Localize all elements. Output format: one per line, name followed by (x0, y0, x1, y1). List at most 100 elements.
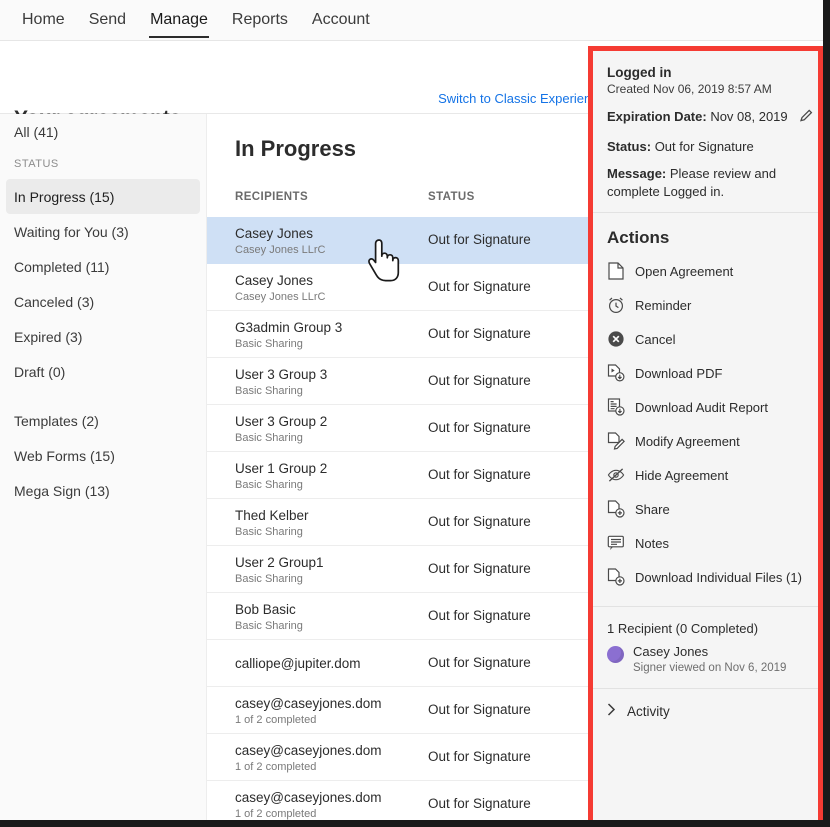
agreements-rows: Casey Jones Casey Jones LLrC Out for Signa… (207, 217, 588, 820)
row-recipient-sublabel: 1 of 2 completed (235, 714, 316, 726)
action-cancel[interactable]: Cancel (593, 322, 818, 356)
row-status: Out for Signature (428, 373, 531, 388)
table-row[interactable]: Casey JonesCasey Jones LLrCOut for Signa… (207, 217, 588, 264)
sidebar-item-web-forms[interactable]: Web Forms (15) (6, 438, 200, 473)
sidebar-item-label: Mega Sign (13) (14, 483, 110, 499)
action-hide-agreement[interactable]: Hide Agreement (593, 458, 818, 492)
nav-item-send[interactable]: Send (77, 0, 138, 41)
action-label: Open Agreement (635, 264, 733, 279)
activity-label: Activity (627, 704, 670, 719)
agreement-detail-panel-annotation: Logged in Created Nov 06, 2019 8:57 AM E… (588, 46, 823, 827)
expiration-date-value: Nov 08, 2019 (710, 109, 787, 124)
nav-item-label: Home (22, 11, 65, 29)
sidebar-item-label: Completed (11) (14, 259, 109, 275)
table-row[interactable]: User 3 Group 2Basic SharingOut for Signa… (207, 405, 588, 452)
sidebar: All (41) STATUS In Progress (15) Waiting… (0, 114, 206, 820)
recipient-name: Casey Jones (633, 644, 786, 659)
sidebar-item-label: Templates (2) (14, 413, 99, 429)
action-download-audit-report[interactable]: Download Audit Report (593, 390, 818, 424)
row-status: Out for Signature (428, 655, 531, 670)
table-row[interactable]: Casey JonesCasey Jones LLrCOut for Signa… (207, 264, 588, 311)
table-row[interactable]: casey@caseyjones.dom1 of 2 completedOut … (207, 734, 588, 781)
message-row: Message: Please review and complete Logg… (607, 165, 818, 200)
table-row[interactable]: G3admin Group 3Basic SharingOut for Sign… (207, 311, 588, 358)
nav-item-label: Send (89, 11, 126, 29)
row-recipient-name: User 3 Group 3 (235, 367, 327, 382)
table-row[interactable]: User 3 Group 3Basic SharingOut for Signa… (207, 358, 588, 405)
row-recipient-name: Casey Jones (235, 273, 313, 288)
nav-item-account[interactable]: Account (300, 0, 382, 41)
row-recipient-name: G3admin Group 3 (235, 320, 342, 335)
action-label: Download Audit Report (635, 400, 768, 415)
sidebar-item-expired[interactable]: Expired (3) (6, 319, 200, 354)
sidebar-item-label: All (41) (14, 124, 58, 140)
message-label: Message: (607, 166, 666, 181)
sidebar-item-label: Expired (3) (14, 329, 82, 345)
app-window: Home Send Manage Reports Account Switch … (0, 0, 830, 827)
row-status: Out for Signature (428, 608, 531, 623)
cancel-circle-x-icon (607, 330, 625, 348)
sidebar-item-in-progress[interactable]: In Progress (15) (6, 179, 200, 214)
action-share[interactable]: Share (593, 492, 818, 526)
sidebar-item-label: In Progress (15) (14, 189, 114, 205)
row-recipient-name: casey@caseyjones.dom (235, 696, 382, 711)
table-row[interactable]: User 2 Group1Basic SharingOut for Signat… (207, 546, 588, 593)
action-download-individual-files-1[interactable]: Download Individual Files (1) (593, 560, 818, 594)
actions-list: Open Agreement ReminderCancelDownload PDF… (593, 254, 818, 594)
action-download-pdf[interactable]: Download PDF (593, 356, 818, 390)
action-notes[interactable]: Notes (593, 526, 818, 560)
row-recipient-name: casey@caseyjones.dom (235, 743, 382, 758)
nav-item-label: Reports (232, 11, 288, 29)
sidebar-divider-gap (0, 389, 206, 403)
row-status: Out for Signature (428, 467, 531, 482)
table-row[interactable]: casey@caseyjones.dom1 of 2 completedOut … (207, 781, 588, 820)
expiration-date-row: Expiration Date: Nov 08, 2019 (607, 108, 818, 128)
row-status: Out for Signature (428, 561, 531, 576)
status-label: Status: (607, 139, 651, 154)
top-navigation: Home Send Manage Reports Account (0, 0, 823, 41)
sidebar-item-label: Canceled (3) (14, 294, 94, 310)
document-icon (607, 262, 625, 280)
column-header-status: STATUS (428, 191, 475, 203)
nav-item-manage[interactable]: Manage (138, 0, 220, 41)
pencil-icon[interactable] (799, 108, 814, 128)
row-recipient-name: User 2 Group1 (235, 555, 324, 570)
table-row[interactable]: Bob BasicBasic SharingOut for Signature (207, 593, 588, 640)
expiration-date-label: Expiration Date: (607, 109, 707, 124)
action-label: Notes (635, 536, 669, 551)
row-status: Out for Signature (428, 279, 531, 294)
row-status: Out for Signature (428, 796, 531, 811)
row-recipient-sublabel: 1 of 2 completed (235, 808, 316, 820)
recipient-item[interactable]: Casey Jones Signer viewed on Nov 6, 2019 (593, 644, 818, 688)
action-reminder[interactable]: Reminder (593, 288, 818, 322)
action-modify-agreement[interactable]: Modify Agreement (593, 424, 818, 458)
sidebar-item-canceled[interactable]: Canceled (3) (6, 284, 200, 319)
action-open-agreement[interactable]: Open Agreement (593, 254, 818, 288)
recipient-status: Signer viewed on Nov 6, 2019 (633, 662, 786, 674)
download-audit-report-icon (607, 398, 625, 416)
row-recipient-sublabel: Basic Sharing (235, 620, 303, 632)
switch-to-classic-link[interactable]: Switch to Classic Experience (438, 91, 605, 106)
sidebar-item-templates[interactable]: Templates (2) (6, 403, 200, 438)
row-recipient-name: User 3 Group 2 (235, 414, 327, 429)
nav-item-reports[interactable]: Reports (220, 0, 300, 41)
row-recipient-sublabel: Casey Jones LLrC (235, 244, 326, 256)
row-status: Out for Signature (428, 326, 531, 341)
table-row[interactable]: User 1 Group 2Basic SharingOut for Signa… (207, 452, 588, 499)
row-recipient-sublabel: 1 of 2 completed (235, 761, 316, 773)
table-row[interactable]: casey@caseyjones.dom1 of 2 completedOut … (207, 687, 588, 734)
nav-item-home[interactable]: Home (10, 0, 77, 41)
status-row: Status: Out for Signature (607, 138, 818, 156)
row-status: Out for Signature (428, 420, 531, 435)
table-row[interactable]: calliope@jupiter.domOut for Signature (207, 640, 588, 687)
sidebar-item-label: Web Forms (15) (14, 448, 115, 464)
sidebar-item-waiting-for-you[interactable]: Waiting for You (3) (6, 214, 200, 249)
table-row[interactable]: Thed KelberBasic SharingOut for Signatur… (207, 499, 588, 546)
row-recipient-name: Thed Kelber (235, 508, 309, 523)
sidebar-item-mega-sign[interactable]: Mega Sign (13) (6, 473, 200, 508)
sidebar-item-draft[interactable]: Draft (0) (6, 354, 200, 389)
row-recipient-sublabel: Basic Sharing (235, 479, 303, 491)
sidebar-item-all[interactable]: All (41) (6, 114, 200, 149)
activity-section-toggle[interactable]: Activity (593, 689, 818, 719)
sidebar-item-completed[interactable]: Completed (11) (6, 249, 200, 284)
